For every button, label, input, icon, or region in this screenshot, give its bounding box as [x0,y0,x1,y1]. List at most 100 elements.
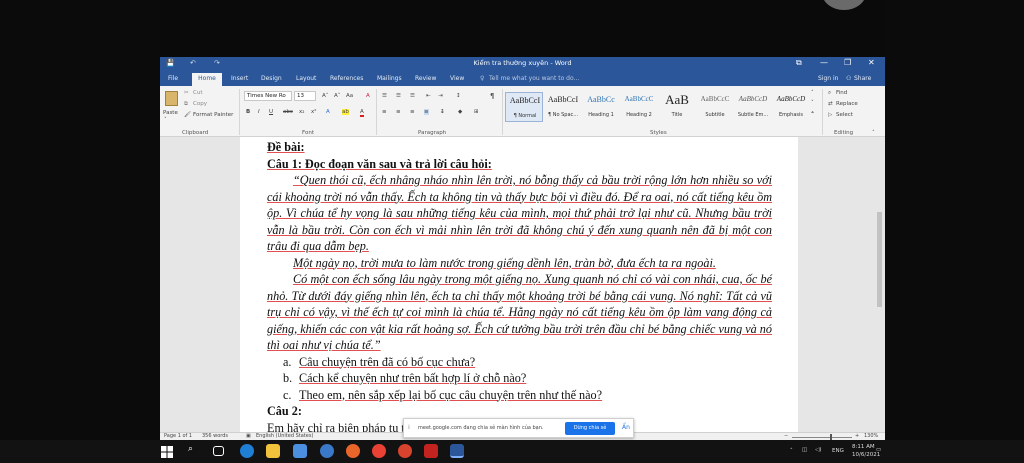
pilcrow-button[interactable]: ¶ [490,92,494,100]
browser-icon[interactable] [320,444,334,458]
font-name-select[interactable]: Times New Ro [244,91,292,101]
tab-layout[interactable]: Layout [296,75,316,82]
zoom-slider[interactable] [792,437,852,438]
tab-view[interactable]: View [450,75,464,82]
copy-button[interactable]: Copy [193,101,207,107]
app-icon[interactable] [398,444,412,458]
clock-time[interactable]: 8:11 AM [852,444,875,450]
tab-design[interactable]: Design [261,75,282,82]
tab-review[interactable]: Review [415,75,436,82]
style-emphasis[interactable]: AaBbCcD Emphasis [772,92,810,122]
style-heading-2[interactable]: AaBbCcC Heading 2 [620,92,658,122]
volume-icon[interactable]: ◁) [815,447,821,453]
share-grip-icon[interactable]: ⁞ [408,424,410,431]
word-taskbar-icon[interactable] [450,444,464,458]
language-status[interactable]: English (United States) [256,433,313,439]
input-language[interactable]: ENG [832,448,844,454]
paste-button[interactable]: Paste [163,110,178,116]
tray-chevron-icon[interactable]: ˄ [790,448,793,454]
document-body[interactable]: Đề bài: Câu 1: Đọc đoạn văn sau và trả l… [267,139,772,432]
tab-mailings[interactable]: Mailings [377,75,402,82]
style-no-spacing[interactable]: AaBbCcI ¶ No Spac... [544,92,582,122]
start-icon[interactable] [160,444,174,458]
underline-button[interactable]: U [269,109,273,115]
align-left-icon[interactable]: ≡ [382,109,387,115]
copy-icon[interactable]: ⧉ [184,101,188,108]
format-painter-icon[interactable]: 🖌 [184,112,191,118]
hide-button[interactable]: Ẩn [622,424,630,431]
sort-icon[interactable]: ↕ [456,93,461,99]
close-button[interactable]: ✕ [868,58,875,67]
align-center-icon[interactable]: ≡ [396,109,401,115]
paste-dropdown-icon[interactable]: ˅ [164,117,167,123]
bullets-icon[interactable]: ☰ [382,93,387,99]
numbering-icon[interactable]: ☰ [396,93,401,99]
align-right-icon[interactable]: ≡ [410,109,415,115]
replace-icon[interactable]: ⇄ [828,101,833,107]
paste-icon[interactable] [165,91,178,106]
italic-button[interactable]: I [258,109,260,115]
grow-font-button[interactable]: A˄ [322,93,329,99]
word-count[interactable]: 356 words [202,433,228,439]
network-icon[interactable]: ◫ [802,447,807,453]
task-view-icon[interactable] [213,446,224,456]
select-button[interactable]: Select [836,112,853,118]
restore-button[interactable]: ❐ [844,58,851,67]
edge-icon[interactable] [240,444,254,458]
page-count[interactable]: Page 1 of 1 [164,433,192,439]
zoom-out-icon[interactable]: − [784,433,788,439]
proofing-icon[interactable]: ▣ [246,433,251,439]
file-explorer-icon[interactable] [266,444,280,458]
cut-icon[interactable]: ✂ [184,90,189,96]
zoom-in-icon[interactable]: + [855,433,859,439]
tab-home[interactable]: Home [192,73,222,86]
store-icon[interactable] [293,444,307,458]
subscript-button[interactable]: x₂ [299,109,304,115]
tell-me-box[interactable]: Tell me what you want to do... [489,75,579,82]
line-spacing-icon[interactable]: ↨ [440,109,445,115]
increase-indent-icon[interactable]: ⇥ [438,93,443,99]
justify-icon[interactable]: ≡ [424,109,429,115]
font-size-select[interactable]: 13 [294,91,316,101]
select-icon[interactable]: ▷ [828,112,832,118]
shrink-font-button[interactable]: A˅ [334,93,341,99]
notification-icon[interactable]: ▭ [876,447,881,453]
foxit-icon[interactable] [424,444,438,458]
zoom-level[interactable]: 130% [864,433,878,439]
style-heading-1[interactable]: AaBbCc Heading 1 [582,92,620,122]
style-subtitle[interactable]: AaBbCcC Subtitle [696,92,734,122]
styles-more-icon[interactable]: ⩡ [811,110,814,117]
styles-scroll-down-icon[interactable]: ˅ [811,100,814,106]
find-button[interactable]: Find [836,90,847,96]
tab-insert[interactable]: Insert [231,75,248,82]
chrome-icon[interactable] [372,444,386,458]
format-painter-button[interactable]: Format Painter [193,112,233,118]
stop-sharing-button[interactable]: Dừng chia sẻ [565,422,615,435]
scrollbar-thumb[interactable] [877,212,882,307]
clear-formatting-button[interactable]: A [366,93,370,99]
ribbon-display-icon[interactable]: ⧉ [796,58,802,68]
style-normal[interactable]: AaBbCcI ¶ Normal [505,92,543,122]
font-color-button[interactable]: A [360,109,364,117]
sign-in-link[interactable]: Sign in [818,75,838,82]
cut-button[interactable]: Cut [193,90,202,96]
borders-icon[interactable]: ⊞ [474,109,479,115]
text-effects-button[interactable]: A [326,109,330,115]
collapse-ribbon-icon[interactable]: ˄ [872,130,875,136]
decrease-indent-icon[interactable]: ⇤ [426,93,431,99]
find-icon[interactable]: ⌕ [828,90,831,97]
bold-button[interactable]: B [246,109,250,115]
tab-references[interactable]: References [330,75,363,82]
share-icon[interactable]: ⚇ [846,75,851,82]
strikethrough-button[interactable]: abc [283,109,293,115]
styles-scroll-up-icon[interactable]: ˄ [811,90,814,96]
style-title[interactable]: AaB Title [658,92,696,122]
minimize-button[interactable]: — [820,58,828,67]
replace-button[interactable]: Replace [836,101,858,107]
firefox-icon[interactable] [346,444,360,458]
share-button[interactable]: Share [854,75,871,82]
multilevel-list-icon[interactable]: ☰ [410,93,415,99]
superscript-button[interactable]: x² [311,109,316,115]
highlight-button[interactable]: ab [342,109,349,115]
document-page[interactable]: Đề bài: Câu 1: Đọc đoạn văn sau và trả l… [240,137,798,432]
